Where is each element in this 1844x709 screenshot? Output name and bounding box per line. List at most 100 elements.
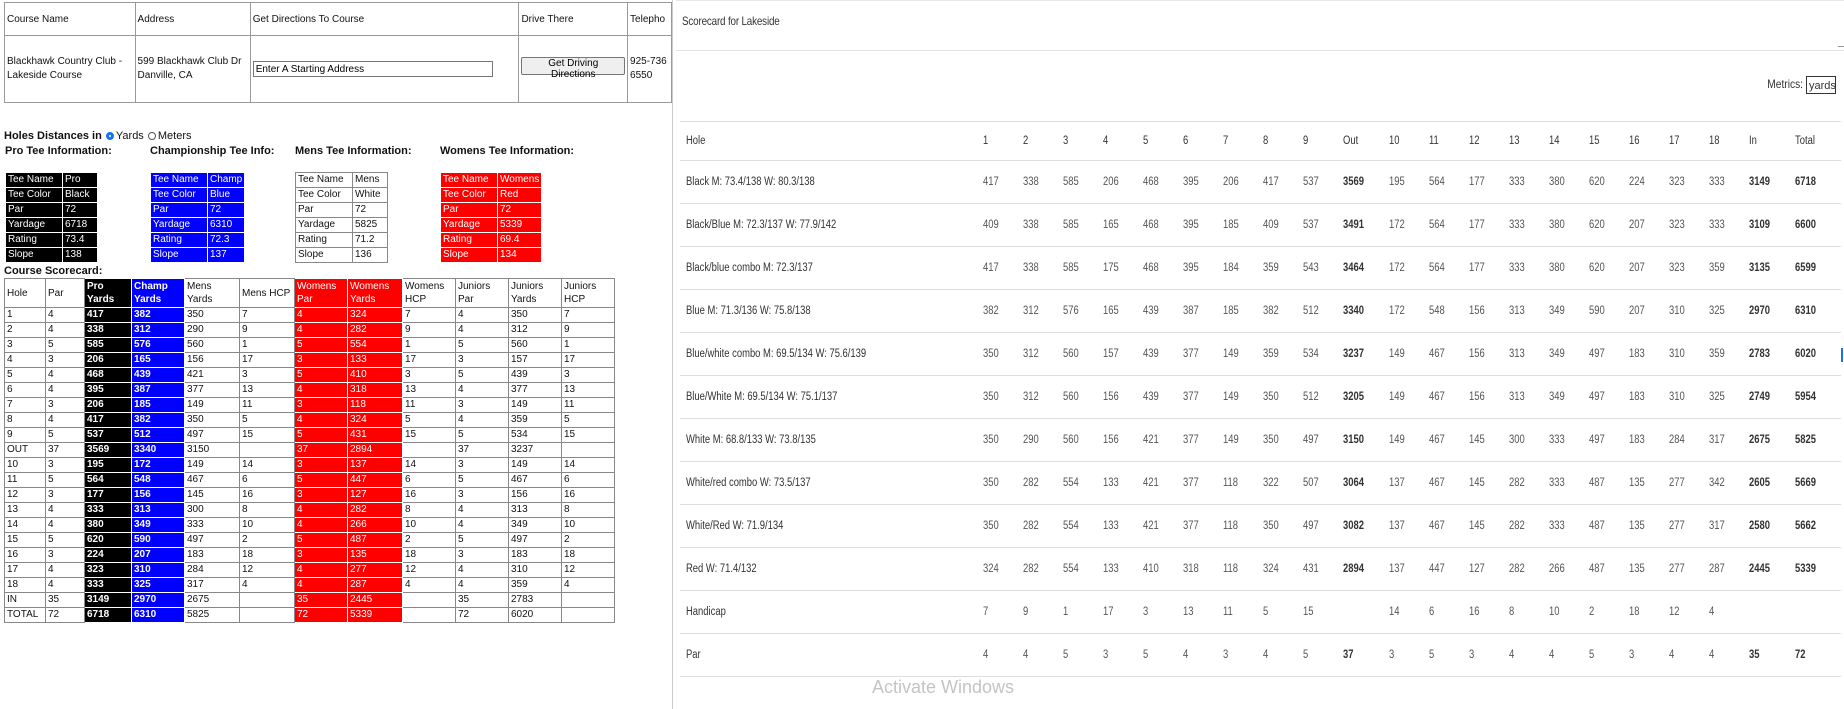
scorecard-cell: 1 bbox=[402, 337, 456, 353]
scorecard-column-header: Womens Yards bbox=[347, 278, 403, 308]
scorecard-cell: 4 bbox=[455, 502, 509, 518]
grid-cell: 207 bbox=[1629, 246, 1669, 290]
scorecard-row: 15 5 620 590 497 2 5 487 2 5 497 2 bbox=[4, 532, 615, 548]
grid-cell: 350 bbox=[1263, 504, 1303, 548]
grid-cell: 135 bbox=[1629, 461, 1669, 505]
grid-cell-value: 149 bbox=[1223, 391, 1239, 403]
grid-cell-value: 6599 bbox=[1795, 262, 1816, 274]
grid-cell-value: 282 bbox=[1023, 563, 1039, 575]
course-info-panel: Course Name Address Get Directions To Co… bbox=[0, 0, 672, 709]
grid-cell: 313 bbox=[1509, 332, 1549, 376]
scorecard-cell: 4 bbox=[45, 367, 85, 383]
grid-cell-value: 15 bbox=[1303, 606, 1314, 618]
grid-header-text: 18 bbox=[1709, 135, 1720, 147]
grid-cell-value: 2675 bbox=[1749, 434, 1770, 446]
grid-cell-value: 323 bbox=[1669, 176, 1685, 188]
grid-tee-row: Black/Blue M: 72.3/137 W: 77.9/142 409 338… bbox=[680, 203, 1841, 247]
grid-cell-value: 5 bbox=[1063, 649, 1069, 661]
grid-cell: 9 bbox=[1023, 590, 1063, 634]
grid-cell: 377 bbox=[1183, 461, 1223, 505]
grid-header-text: 15 bbox=[1589, 135, 1600, 147]
grid-cell: 333 bbox=[1509, 203, 1549, 247]
scorecard-cell: 2 bbox=[561, 532, 615, 548]
grid-cell-value: 3205 bbox=[1343, 391, 1364, 403]
grid-tee-row: Black M: 73.4/138 W: 80.3/138 417 338 585 20… bbox=[680, 160, 1841, 204]
scorecard-cell: 7 bbox=[402, 307, 456, 323]
scorecard-cell: 313 bbox=[508, 502, 562, 518]
grid-cell-value: 195 bbox=[1389, 176, 1405, 188]
grid-cell-value: 5662 bbox=[1795, 520, 1816, 532]
grid-cell-value: 620 bbox=[1589, 262, 1605, 274]
start-address-input[interactable] bbox=[252, 61, 493, 77]
grid-cell-value: 37 bbox=[1343, 649, 1354, 661]
grid-cell-value: 224 bbox=[1629, 176, 1645, 188]
grid-cell-value: 5 bbox=[1303, 649, 1309, 661]
directions-header: Get Directions To Course bbox=[249, 2, 520, 36]
scorecard-cell: 3 bbox=[455, 352, 509, 368]
grid-cell-value: 4 bbox=[983, 649, 989, 661]
grid-cell: 325 bbox=[1709, 375, 1749, 419]
grid-cell: 421 bbox=[1143, 418, 1183, 462]
grid-cell-value: 149 bbox=[1389, 391, 1405, 403]
tee-value: 136 bbox=[352, 247, 388, 263]
scorecard-cell: 135 bbox=[347, 547, 403, 563]
scorecard-cell: 5 bbox=[294, 472, 348, 488]
grid-tee-row: Red W: 71.4/132 324 282 554 133 410 318 118 324 4… bbox=[680, 547, 1841, 591]
grid-cell-value: 350 bbox=[983, 391, 999, 403]
grid-cell: 359 bbox=[1709, 332, 1749, 376]
grid-cell-value: 2 bbox=[1589, 606, 1595, 618]
scroll-indicator bbox=[1841, 348, 1843, 362]
grid-cell-value: 177 bbox=[1469, 219, 1485, 231]
grid-cell-value: 317 bbox=[1709, 434, 1725, 446]
grid-cell-value: 497 bbox=[1303, 520, 1319, 532]
scorecard-cell: 4 bbox=[45, 412, 85, 428]
grid-cell-value: 554 bbox=[1063, 563, 1079, 575]
tee-key: Slope bbox=[295, 247, 353, 263]
scorecard-cell: 620 bbox=[84, 532, 132, 548]
grid-cell-value: 620 bbox=[1589, 219, 1605, 231]
grid-cell-value: 3082 bbox=[1343, 520, 1364, 532]
meters-radio[interactable] bbox=[147, 132, 156, 140]
scorecard-cell: 10 bbox=[4, 457, 46, 473]
grid-cell: 2445 bbox=[1749, 547, 1795, 591]
scorecard-cell: 72 bbox=[455, 607, 509, 623]
yards-radio[interactable] bbox=[105, 132, 114, 140]
scorecard-cell: 156 bbox=[131, 487, 185, 503]
grid-hole-header: 8 bbox=[1263, 121, 1303, 161]
drive-there-cell: Get Driving Directions bbox=[518, 35, 629, 103]
scorecard-cell: 4 bbox=[455, 517, 509, 533]
scorecard-cell: 3 bbox=[455, 547, 509, 563]
grid-cell-value: 2605 bbox=[1749, 477, 1770, 489]
scorecard-cell: 12 bbox=[4, 487, 46, 503]
scorecard-cell: 2783 bbox=[508, 592, 562, 608]
grid-cell: 323 bbox=[1669, 246, 1709, 290]
tee-key: Rating bbox=[150, 232, 208, 248]
metrics-select[interactable]: yards bbox=[1806, 76, 1836, 94]
scorecard-cell: 350 bbox=[184, 307, 240, 323]
scorecard-cell: 5 bbox=[45, 427, 85, 443]
yards-option-label[interactable]: Yards bbox=[116, 130, 144, 142]
grid-cell: 7 bbox=[983, 590, 1023, 634]
tee-key: Slope bbox=[150, 247, 208, 263]
grid-cell bbox=[1343, 590, 1389, 634]
grid-cell: 564 bbox=[1429, 246, 1469, 290]
grid-cell-value: 310 bbox=[1669, 348, 1685, 360]
grid-cell-value: 3064 bbox=[1343, 477, 1364, 489]
grid-cell: 349 bbox=[1549, 375, 1589, 419]
grid-cell-value: 487 bbox=[1589, 477, 1605, 489]
grid-cell: 2 bbox=[1589, 590, 1629, 634]
meters-option-label[interactable]: Meters bbox=[158, 130, 192, 142]
scorecard-cell: 11 bbox=[561, 397, 615, 413]
scorecard-cell: 206 bbox=[84, 352, 132, 368]
grid-cell-value: 145 bbox=[1469, 434, 1485, 446]
scorecard-cell: OUT bbox=[4, 442, 46, 458]
grid-row-label-text: Black/Blue M: 72.3/137 W: 77.9/142 bbox=[686, 219, 837, 231]
grid-cell-value: 560 bbox=[1063, 434, 1079, 446]
scorecard-cell: 5 bbox=[455, 337, 509, 353]
get-directions-button[interactable]: Get Driving Directions bbox=[521, 56, 626, 80]
scorecard-row: 1 4 417 382 350 7 4 324 7 4 350 7 bbox=[4, 307, 615, 323]
scorecard-cell: 590 bbox=[131, 532, 185, 548]
grid-cell: 5825 bbox=[1795, 418, 1841, 462]
grid-cell-value: 185 bbox=[1223, 219, 1239, 231]
grid-cell-value: 323 bbox=[1669, 219, 1685, 231]
